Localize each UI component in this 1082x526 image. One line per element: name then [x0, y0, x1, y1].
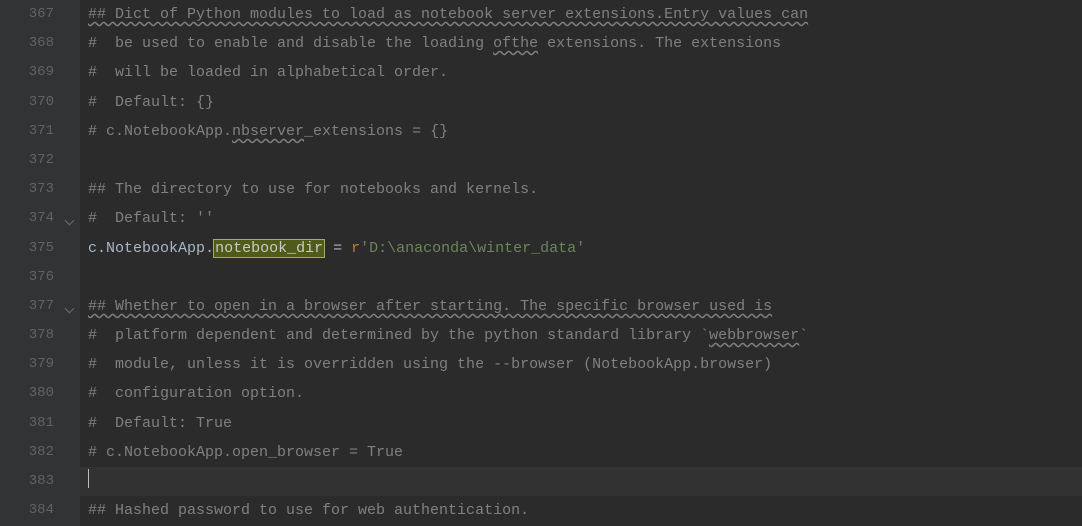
code-line[interactable]: # configuration option. — [88, 379, 1082, 408]
line-number: 367 — [14, 0, 54, 29]
code-line[interactable]: # Default: '' — [88, 204, 1082, 233]
fold-column[interactable] — [62, 0, 80, 526]
code-token: # c.NotebookApp. — [88, 123, 232, 140]
line-number: 372 — [14, 146, 54, 175]
line-number: 374 — [14, 204, 54, 233]
code-line[interactable]: # will be loaded in alphabetical order. — [88, 58, 1082, 87]
code-token: r — [351, 240, 360, 257]
code-token: Entry values can — [664, 6, 808, 23]
code-line[interactable]: # be used to enable and disable the load… — [88, 29, 1082, 58]
code-token: ## The directory to use for notebooks an… — [88, 181, 538, 198]
code-line[interactable]: c.NotebookApp.notebook_dir = r'D:\anacon… — [88, 234, 1082, 263]
code-editor[interactable]: 3673683693703713723733743753763773783793… — [0, 0, 1082, 526]
code-area[interactable]: ## Dict of Python modules to load as not… — [80, 0, 1082, 526]
code-token: nbserver — [232, 123, 304, 140]
line-number: 370 — [14, 88, 54, 117]
line-number: 384 — [14, 496, 54, 525]
line-number: 383 — [14, 467, 54, 496]
line-number: 373 — [14, 175, 54, 204]
code-token: ## Whether to open in a browser after st… — [88, 298, 772, 315]
line-number: 377 — [14, 292, 54, 321]
code-line[interactable]: ## Hashed password to use for web authen… — [88, 496, 1082, 525]
line-number: 382 — [14, 438, 54, 467]
code-token: = — [324, 240, 351, 257]
code-token: c — [88, 240, 97, 257]
line-number: 381 — [14, 409, 54, 438]
code-line[interactable] — [88, 146, 1082, 175]
code-token: # will be loaded in alphabetical order. — [88, 64, 448, 81]
code-line[interactable]: ## The directory to use for notebooks an… — [88, 175, 1082, 204]
line-number: 371 — [14, 117, 54, 146]
line-number: 380 — [14, 379, 54, 408]
code-line[interactable]: # c.NotebookApp.open_browser = True — [88, 438, 1082, 467]
code-token: NotebookApp — [106, 240, 205, 257]
code-token: # Default: {} — [88, 94, 214, 111]
text-caret — [88, 469, 89, 488]
code-token: # configuration option. — [88, 385, 304, 402]
code-token: ## Dict of Python modules to load as not… — [88, 6, 664, 23]
code-token: ` — [799, 327, 808, 344]
code-line[interactable] — [88, 263, 1082, 292]
line-number: 375 — [14, 234, 54, 263]
code-line[interactable]: # Default: {} — [88, 88, 1082, 117]
code-token: # Default: '' — [88, 210, 214, 227]
line-number: 379 — [14, 350, 54, 379]
code-token: # c.NotebookApp.open_browser = True — [88, 444, 403, 461]
code-token: . — [97, 240, 106, 257]
code-line[interactable]: # platform dependent and determined by t… — [88, 321, 1082, 350]
code-token: # be used to enable and disable the load… — [88, 35, 493, 52]
code-token: webbrowser — [709, 327, 799, 344]
code-token: ## Hashed password to use for web authen… — [88, 502, 529, 519]
line-number: 376 — [14, 263, 54, 292]
code-line[interactable] — [88, 467, 1082, 496]
code-line[interactable]: ## Whether to open in a browser after st… — [88, 292, 1082, 321]
line-number: 378 — [14, 321, 54, 350]
code-token: # Default: True — [88, 415, 232, 432]
code-token: ofthe — [493, 35, 538, 52]
code-token: . — [205, 240, 214, 257]
line-number: 368 — [14, 29, 54, 58]
code-line[interactable]: # module, unless it is overridden using … — [88, 350, 1082, 379]
code-token: notebook_dir — [214, 240, 324, 257]
code-token: extensions. The extensions — [538, 35, 781, 52]
code-token: _extensions = {} — [304, 123, 448, 140]
code-line[interactable]: # c.NotebookApp.nbserver_extensions = {} — [88, 117, 1082, 146]
line-number-gutter: 3673683693703713723733743753763773783793… — [0, 0, 62, 526]
code-line[interactable]: ## Dict of Python modules to load as not… — [88, 0, 1082, 29]
line-number: 369 — [14, 58, 54, 87]
code-token: # platform dependent and determined by t… — [88, 327, 709, 344]
code-line[interactable]: # Default: True — [88, 409, 1082, 438]
code-token: 'D:\anaconda\winter_data' — [360, 240, 585, 257]
code-token: # module, unless it is overridden using … — [88, 356, 772, 373]
